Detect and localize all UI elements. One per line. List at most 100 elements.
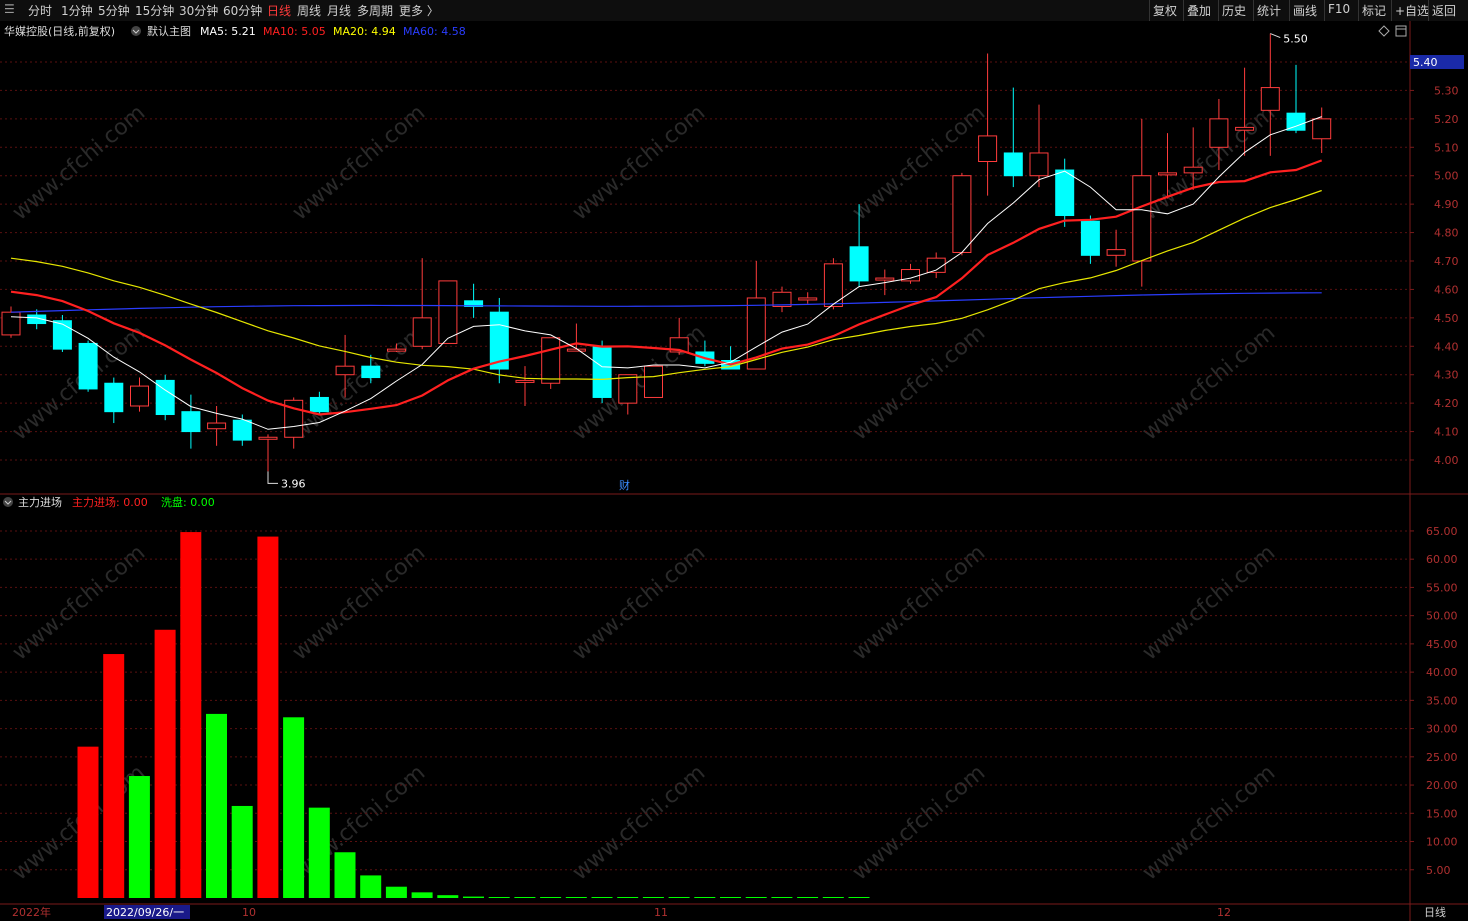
toolbar-btn-7[interactable]: +自选 (1395, 2, 1429, 19)
indicator-bar (360, 875, 382, 898)
candle-down (1286, 112, 1306, 131)
indicator-tick: 30.00 (1426, 723, 1458, 736)
ma60-label: MA60: 4.58 (403, 25, 466, 38)
candle-up (1183, 166, 1203, 174)
indicator-tick: 50.00 (1426, 610, 1458, 623)
indicator-tick: 55.00 (1426, 581, 1458, 594)
candle-down (181, 411, 201, 433)
indicator-bar (180, 532, 202, 898)
indicator-bar (565, 897, 587, 898)
date-cursor: 2022/09/26/一 (106, 906, 184, 919)
toolbar-btn-6[interactable]: 标记 (1362, 2, 1386, 19)
indicator-bar (488, 897, 510, 898)
period-tab-10[interactable]: 更多 〉 (399, 2, 439, 19)
candle-up (952, 175, 972, 253)
indicator-bar (540, 897, 562, 898)
price-tick: 4.80 (1434, 227, 1459, 240)
price-tick: 4.30 (1434, 369, 1459, 382)
period-tab-5[interactable]: 60分钟 (223, 2, 262, 19)
date-year: 2022年 (12, 905, 51, 919)
candle-up (438, 280, 458, 344)
candle-up (515, 379, 535, 383)
candle-down (1080, 220, 1100, 256)
low-label: 3.96 (281, 477, 306, 490)
candle-down (52, 320, 72, 350)
period-tab-6[interactable]: 日线 (267, 2, 291, 19)
toolbar-btn-2[interactable]: 历史 (1222, 2, 1246, 19)
indicator-collapse-icon[interactable] (3, 497, 13, 507)
candle-down (361, 365, 381, 379)
candle-up (412, 317, 432, 347)
candle-down (78, 342, 98, 390)
candle-down (104, 382, 124, 413)
indicator-tick: 25.00 (1426, 751, 1458, 764)
candle-down (1003, 152, 1023, 177)
indicator-bar (591, 897, 613, 898)
price-tick: 4.90 (1434, 198, 1459, 211)
ma20-label: MA20: 4.94 (333, 25, 396, 38)
high-label: 5.50 (1283, 33, 1308, 46)
price-tick: 5.20 (1434, 113, 1459, 126)
toolbar-btn-0[interactable]: 复权 (1153, 2, 1177, 19)
period-tab-3[interactable]: 15分钟 (135, 2, 174, 19)
period-tab-9[interactable]: 多周期 (357, 2, 393, 19)
period-tab-1[interactable]: 1分钟 (61, 2, 93, 19)
toolbar-btn-4[interactable]: 画线 (1293, 2, 1317, 19)
indicator-bar (822, 897, 844, 898)
indicator-tick: 20.00 (1426, 779, 1458, 792)
ma10-label: MA10: 5.05 (263, 25, 326, 38)
indicator-bar (231, 805, 253, 898)
candle-up (387, 348, 406, 352)
toolbar-btn-1[interactable]: 叠加 (1187, 2, 1211, 19)
template-label[interactable]: 默认主图 (147, 25, 191, 38)
candle-up (1312, 118, 1332, 140)
indicator-tick: 5.00 (1426, 864, 1451, 877)
indicator-tick: 15.00 (1426, 807, 1458, 820)
candle-down (1055, 169, 1075, 217)
toolbar-btn-8[interactable]: 返回 (1432, 2, 1456, 19)
indicator-bar (283, 717, 305, 898)
indicator-bar (668, 897, 690, 898)
indicator-tick: 60.00 (1426, 553, 1458, 566)
candle-up (1106, 249, 1126, 256)
date-dec: 12 (1217, 906, 1231, 919)
candle-up (1235, 126, 1255, 131)
period-tab-7[interactable]: 周线 (297, 2, 321, 19)
indicator-bar (385, 886, 407, 898)
period-tab-0[interactable]: 分时 (28, 2, 52, 19)
candle-down (309, 396, 329, 413)
period-tab-8[interactable]: 月线 (327, 2, 351, 19)
indicator-value-2: 洗盘: 0.00 (161, 495, 215, 509)
candle-down (232, 419, 252, 441)
candle-up (1132, 175, 1152, 262)
indicator-bar (103, 654, 125, 898)
indicator-bar (77, 746, 99, 898)
indicator-tick: 65.00 (1426, 525, 1458, 538)
indicator-bar (745, 897, 767, 898)
indicator-bar (128, 776, 150, 898)
indicator-bar (437, 895, 459, 898)
price-tick: 4.20 (1434, 397, 1459, 410)
collapse-icon[interactable] (131, 26, 141, 36)
period-tab-2[interactable]: 5分钟 (98, 2, 130, 19)
indicator-value-1: 主力进场: 0.00 (72, 495, 148, 509)
finance-marker[interactable]: 财 (619, 478, 630, 492)
candle-up (541, 337, 561, 384)
current-price-label: 5.40 (1413, 56, 1438, 69)
indicator-bar (411, 892, 433, 898)
toolbar-menu-icon[interactable]: ☰ (4, 2, 15, 16)
candle-up (1209, 118, 1229, 148)
candle-up (130, 385, 149, 407)
price-tick: 4.70 (1434, 255, 1459, 268)
price-tick: 4.40 (1434, 340, 1459, 353)
price-tick: 5.00 (1434, 170, 1459, 183)
period-tab-4[interactable]: 30分钟 (179, 2, 218, 19)
indicator-bar (514, 897, 536, 898)
price-tick: 4.10 (1434, 426, 1459, 439)
indicator-bar (308, 807, 330, 898)
candle-up (798, 297, 818, 301)
toolbar-btn-3[interactable]: 统计 (1257, 2, 1281, 19)
indicator-tick: 35.00 (1426, 694, 1458, 707)
toolbar-btn-5[interactable]: F10 (1328, 2, 1350, 16)
candle-up (566, 348, 586, 352)
